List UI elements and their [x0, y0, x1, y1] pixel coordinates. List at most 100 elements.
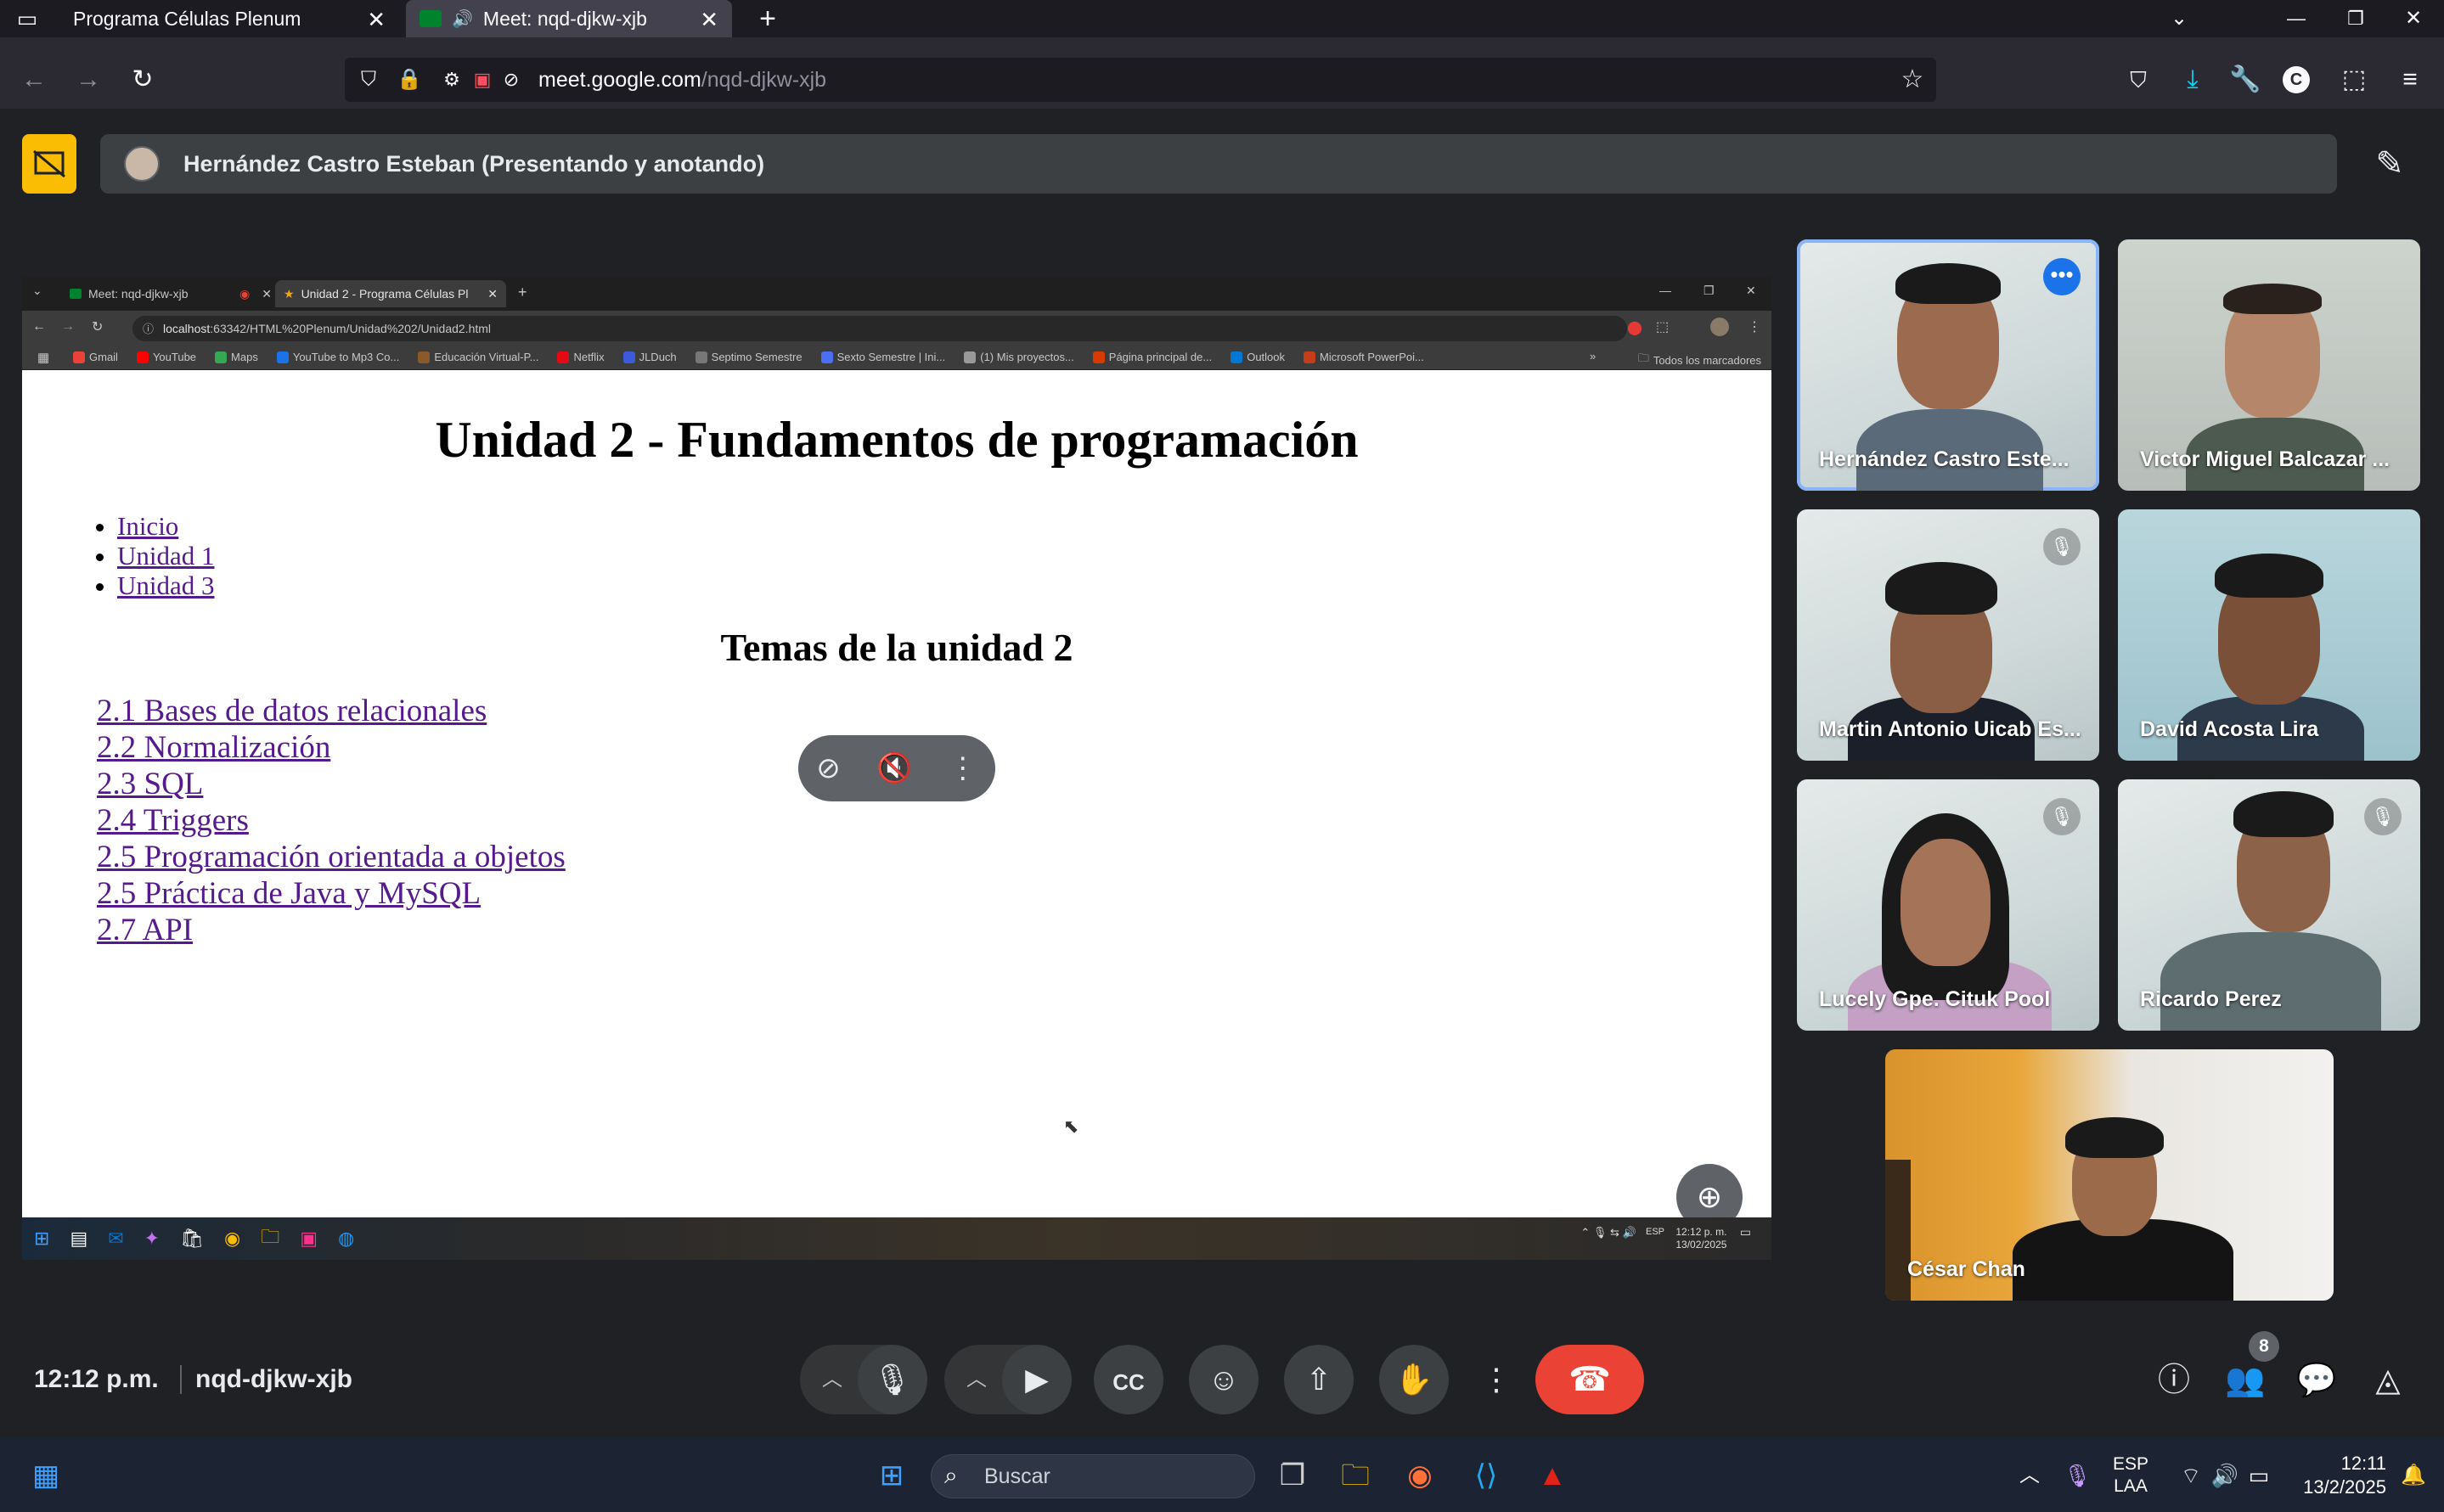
- back-icon[interactable]: ←: [17, 63, 51, 97]
- people-button[interactable]: 👥: [2220, 1355, 2271, 1406]
- participant-hair: [2233, 791, 2334, 837]
- more-options-icon[interactable]: ⋮: [949, 751, 977, 785]
- file-explorer-icon[interactable]: 🗀: [1332, 1452, 1379, 1499]
- firefox-icon[interactable]: ◉: [1396, 1452, 1444, 1499]
- notifications-icon[interactable]: 🔔: [2390, 1452, 2437, 1499]
- more-options-icon[interactable]: •••: [2043, 258, 2081, 295]
- permissions-icon[interactable]: ⚙: [435, 63, 469, 97]
- nav-link-unidad1: Unidad 1: [117, 541, 215, 571]
- bookmark-favicon-icon: [1092, 351, 1105, 363]
- speaker-icon[interactable]: 🔊: [452, 8, 473, 30]
- participant-tile[interactable]: 🎙 Lucely Gpe. Cituk Pool: [1797, 779, 2099, 1031]
- bookmark-item: (1) Mis proyectos...: [964, 351, 1074, 363]
- participant-tile[interactable]: César Chan: [1885, 1049, 2334, 1301]
- windows-start-icon[interactable]: ⊞: [868, 1452, 915, 1499]
- battery-icon[interactable]: ▭: [2235, 1452, 2283, 1499]
- download-icon[interactable]: ⤓: [2176, 63, 2210, 97]
- bookmark-label: Sexto Semestre | Ini...: [836, 351, 946, 363]
- chat-button[interactable]: 💬: [2291, 1355, 2342, 1406]
- close-icon[interactable]: ✕: [367, 7, 386, 33]
- meeting-details-button[interactable]: ⓘ: [2148, 1355, 2199, 1406]
- tab-list-icon[interactable]: ▭: [10, 2, 44, 36]
- pin-off-icon[interactable]: ⊘: [816, 751, 841, 785]
- new-tab-icon[interactable]: +: [751, 2, 785, 36]
- tab-label: Programa Células Plenum: [73, 7, 301, 30]
- stop-presenting-button[interactable]: [22, 134, 76, 194]
- participant-hair: [1895, 263, 2001, 304]
- participant-tile[interactable]: 🎙 Ricardo Perez: [2118, 779, 2420, 1031]
- bookmark-star-icon[interactable]: ☆: [1895, 63, 1929, 97]
- bookmark-label: YouTube to Mp3 Co...: [292, 351, 400, 363]
- bookmark-label: (1) Mis proyectos...: [980, 351, 1074, 363]
- reactions-button[interactable]: ☺: [1189, 1345, 1259, 1414]
- wrench-icon[interactable]: 🔧: [2228, 63, 2262, 97]
- mic-button[interactable]: 🎙: [858, 1345, 927, 1414]
- page-title: Unidad 2 - Fundamentos de programación: [435, 412, 1359, 468]
- participant-name: David Acosta Lira: [2140, 717, 2319, 741]
- vscode-icon[interactable]: ⟨⟩: [1462, 1452, 1510, 1499]
- account-avatar-icon[interactable]: C: [2283, 66, 2310, 93]
- mouse-cursor-icon: ⬉: [1063, 1116, 1079, 1137]
- end-call-button[interactable]: ☎: [1535, 1345, 1644, 1414]
- pocket-icon[interactable]: ⛉: [2121, 63, 2155, 97]
- topic-link: 2.4 Triggers: [97, 803, 249, 838]
- url-text[interactable]: meet.google.com/nqd-djkw-xjb: [538, 68, 826, 93]
- shared-url-bar: localhost:63342/HTML%20Plenum/Unidad%202…: [132, 316, 1627, 341]
- url-path: /nqd-djkw-xjb: [701, 68, 827, 92]
- chevron-down-icon[interactable]: ⌄: [2162, 2, 2196, 36]
- avatar: [1710, 318, 1729, 336]
- lock-icon[interactable]: 🔒: [392, 63, 426, 97]
- audio-settings-chevron-icon[interactable]: ︿: [815, 1345, 849, 1414]
- participant-tile[interactable]: 🎙 Martin Antonio Uicab Es...: [1797, 509, 2099, 761]
- camera-button[interactable]: ▶: [1002, 1345, 1072, 1414]
- annotate-pen-icon[interactable]: ✎: [2362, 134, 2417, 194]
- show-hidden-icons-chevron-icon[interactable]: ︿: [2006, 1452, 2053, 1499]
- topic-link: 2.1 Bases de datos relacionales: [97, 694, 487, 728]
- extensions-icon: ⬚: [1656, 320, 1670, 334]
- nav-item: Unidad 1: [117, 541, 215, 571]
- browser-tab-meet[interactable]: 🔊 Meet: nqd-djkw-xjb ✕: [406, 0, 732, 37]
- autoplay-blocked-icon[interactable]: ⊘: [494, 63, 528, 97]
- extensions-icon[interactable]: ⬚: [2337, 63, 2371, 97]
- close-icon[interactable]: ✕: [700, 7, 718, 33]
- bookmark-label: Gmail: [89, 351, 118, 363]
- menu-icon[interactable]: ≡: [2393, 63, 2427, 97]
- volume-off-icon[interactable]: 🔇: [876, 751, 912, 785]
- more-options-button[interactable]: ⋮: [1462, 1345, 1530, 1414]
- activities-button[interactable]: ◬: [2362, 1355, 2413, 1406]
- mic-in-use-icon[interactable]: 🎙: [2053, 1452, 2101, 1499]
- language-indicator[interactable]: ESP LAA: [2113, 1453, 2148, 1498]
- bookmark-label: Página principal de...: [1108, 351, 1213, 363]
- info-icon: ⓘ: [2157, 1363, 2190, 1398]
- shield-icon[interactable]: ⛉: [352, 63, 386, 97]
- participant-name: César Chan: [1907, 1257, 2025, 1281]
- participant-tile[interactable]: ••• Hernández Castro Este...: [1797, 239, 2099, 491]
- participant-hair: [1885, 562, 1997, 615]
- raise-hand-button[interactable]: ✋: [1379, 1345, 1449, 1414]
- participant-tile[interactable]: Victor Miguel Balcazar ...: [2118, 239, 2420, 491]
- restore-icon[interactable]: ❐: [2339, 2, 2373, 36]
- explorer-app-icon: 🗀: [261, 1226, 280, 1247]
- restore-icon: ❐: [1703, 284, 1715, 297]
- captions-button[interactable]: CC: [1094, 1345, 1163, 1414]
- minimize-icon[interactable]: —: [2279, 2, 2313, 36]
- widgets-icon[interactable]: ▦: [22, 1452, 70, 1499]
- bookmark-item: Netflix: [557, 351, 605, 363]
- shared-system-tray: ⌃ 🎙 ⇆ 🔊 ESP 12:12 p. m. 13/02/2025 ▭: [1580, 1226, 1751, 1251]
- participant-tile[interactable]: David Acosta Lira: [2118, 509, 2420, 761]
- forward-icon[interactable]: →: [71, 63, 105, 97]
- outlook-app-icon: ✉: [108, 1228, 124, 1249]
- taskbar-clock[interactable]: 12:11 13/2/2025: [2293, 1452, 2386, 1499]
- browser-tab-programa[interactable]: Programa Células Plenum ✕: [59, 0, 399, 37]
- bookmark-favicon-icon: [1304, 351, 1316, 363]
- presenter-label: Hernández Castro Esteban (Presentando y …: [183, 151, 765, 177]
- reload-icon[interactable]: ↻: [126, 63, 160, 97]
- taskbar-search[interactable]: Buscar: [931, 1454, 1255, 1498]
- intellij-app-icon: ▣: [300, 1228, 318, 1249]
- present-button[interactable]: ⇧: [1284, 1345, 1354, 1414]
- close-window-icon[interactable]: ✕: [2396, 2, 2430, 36]
- acrobat-icon[interactable]: ▲: [1529, 1452, 1576, 1499]
- video-settings-chevron-icon[interactable]: ︿: [960, 1345, 994, 1414]
- bookmark-favicon-icon: [622, 351, 635, 363]
- task-view-icon[interactable]: ❐: [1269, 1452, 1316, 1499]
